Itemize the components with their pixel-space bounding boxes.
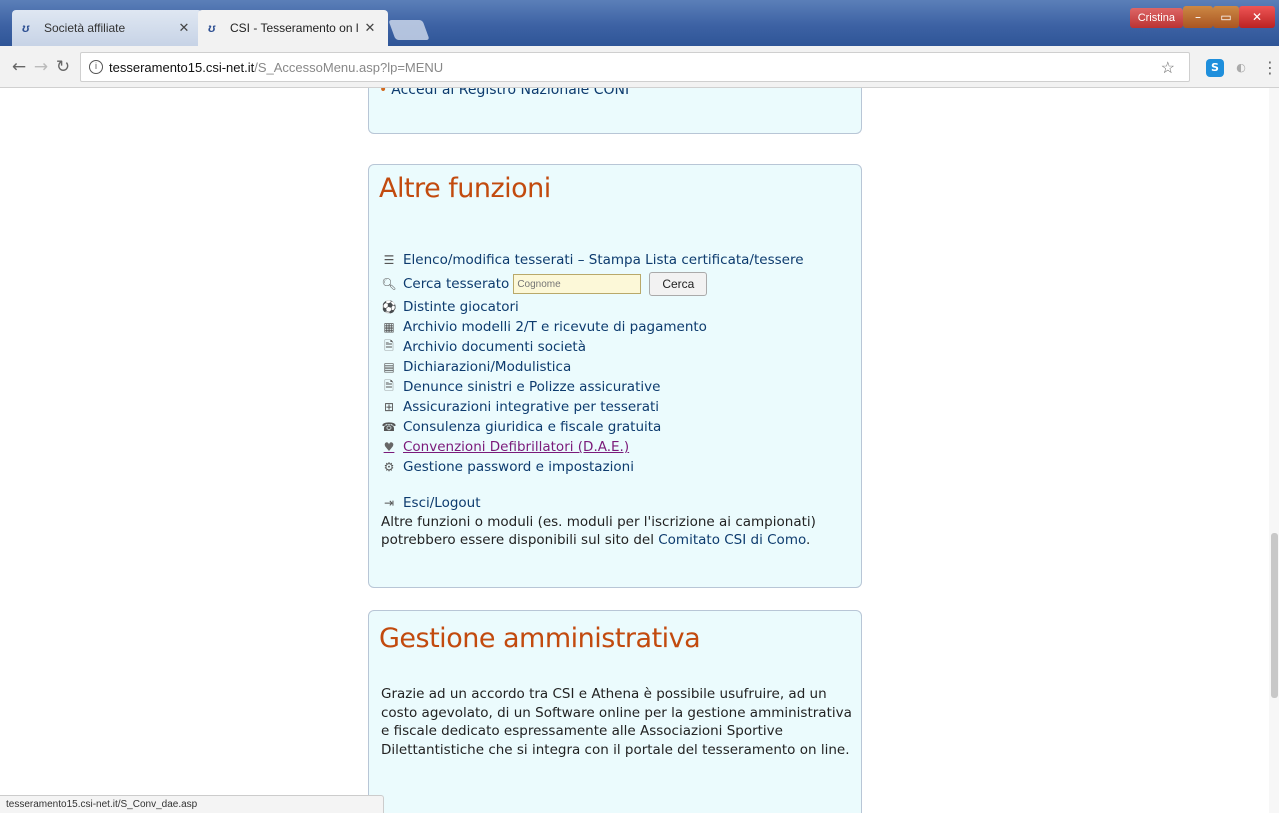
new-tab-button[interactable] — [388, 20, 430, 40]
gestione-description: Grazie ad un accordo tra CSI e Athena è … — [381, 686, 852, 758]
functions-list: ☰ Elenco/modifica tesserati – Stampa Lis… — [381, 249, 851, 549]
list-item-assicurazioni[interactable]: ⊞ Assicurazioni integrative per tesserat… — [381, 397, 851, 417]
list-item-label: Gestione password e impostazioni — [403, 459, 634, 475]
vertical-scrollbar[interactable] — [1269, 88, 1279, 813]
gestione-heading: Gestione amministrativa — [379, 623, 701, 654]
scrollbar-thumb[interactable] — [1271, 533, 1278, 698]
list-item-archivio-documenti[interactable]: 🗎 Archivio documenti società — [381, 337, 851, 357]
list-item-elenco-tesserati[interactable]: ☰ Elenco/modifica tesserati – Stampa Lis… — [381, 249, 851, 271]
registro-coni-link[interactable]: • Accedi al Registro Nazionale CONI — [379, 88, 629, 98]
list-item-denunce-sinistri[interactable]: 🗎 Denunce sinistri e Polizze assicurativ… — [381, 377, 851, 397]
soccer-ball-icon: ⚽ — [381, 300, 397, 314]
bullet-icon: • — [379, 88, 388, 98]
url-path: /S_AccessoMenu.asp?lp=MENU — [254, 59, 444, 75]
tab-close-icon[interactable]: ✕ — [176, 20, 192, 36]
list-item-defibrillatori[interactable]: ♥ Convenzioni Defibrillatori (D.A.E.) — [381, 437, 851, 457]
window-close-button[interactable]: ✕ — [1239, 6, 1275, 28]
note-end: . — [806, 532, 811, 548]
list-item-distinte-giocatori[interactable]: ⚽ Distinte giocatori — [381, 297, 851, 317]
logout-link[interactable]: ⇥ Esci/Logout — [381, 493, 851, 513]
altre-funzioni-note: Altre funzioni o moduli (es. moduli per … — [381, 513, 851, 549]
tab-close-icon[interactable]: ✕ — [362, 20, 378, 36]
gear-icon: ⚙ — [383, 460, 395, 474]
logout-label: Esci/Logout — [403, 495, 481, 511]
plus-box-icon: ⊞ — [383, 400, 395, 414]
list-item-label: Archivio modelli 2/T e ricevute di pagam… — [403, 319, 707, 335]
list-item-label: Dichiarazioni/Modulistica — [403, 359, 572, 375]
search-icon: 🔍︎ — [381, 277, 397, 291]
cerca-button[interactable]: Cerca — [649, 272, 708, 296]
list-item-gestione-password[interactable]: ⚙ Gestione password e impostazioni — [381, 457, 851, 477]
list-item-label: Convenzioni Defibrillatori (D.A.E.) — [403, 439, 630, 455]
browser-titlebar: ʊ Società affiliate ✕ ʊ CSI - Tesseramen… — [0, 0, 1279, 46]
list-item-label: Distinte giocatori — [403, 299, 519, 315]
list-item-label: Consulenza giuridica e fiscale gratuita — [403, 419, 662, 435]
tab-title: Società affiliate — [44, 21, 126, 35]
status-bar-url: tesseramento15.csi-net.it/S_Conv_dae.asp — [0, 795, 384, 813]
document-icon: 🗎 — [384, 338, 394, 353]
browser-toolbar: ← → ↻ i tesseramento15.csi-net.it/S_Acce… — [0, 46, 1279, 88]
extension-icon[interactable]: ◐ — [1232, 59, 1250, 77]
list-item-consulenza[interactable]: ☎ Consulenza giuridica e fiscale gratuit… — [381, 417, 851, 437]
tab-title: CSI - Tesseramento on l — [230, 21, 359, 35]
comitato-csi-como-link[interactable]: Comitato CSI di Como — [658, 532, 806, 548]
logout-icon: ⇥ — [383, 496, 395, 510]
site-info-icon[interactable]: i — [89, 60, 103, 74]
form-icon: ▤ — [383, 360, 395, 374]
csi-logo-icon: ʊ — [208, 21, 216, 35]
list-item-label: Elenco/modifica tesserati – Stampa Lista… — [403, 252, 804, 268]
maximize-button[interactable]: ▭ — [1213, 6, 1239, 28]
csi-logo-icon: ʊ — [22, 21, 30, 35]
list-item-label: Archivio documenti società — [403, 339, 587, 355]
registro-coni-label: Accedi al Registro Nazionale CONI — [391, 88, 630, 98]
address-bar[interactable]: i tesseramento15.csi-net.it/S_AccessoMen… — [80, 52, 1190, 82]
search-label: Cerca tesserato — [403, 276, 510, 292]
list-item-label: Assicurazioni integrative per tesserati — [403, 399, 660, 415]
skype-extension-icon[interactable]: S — [1206, 59, 1224, 77]
search-tesserato-row: 🔍︎ Cerca tesserato Cerca — [381, 271, 851, 297]
forward-arrow-icon[interactable]: → — [30, 56, 52, 78]
tab-societa-affiliate[interactable]: ʊ Società affiliate ✕ — [12, 10, 202, 46]
minimize-button[interactable]: – — [1183, 6, 1213, 28]
list-item-dichiarazioni[interactable]: ▤ Dichiarazioni/Modulistica — [381, 357, 851, 377]
page-content: • Accedi al Registro Nazionale CONI Altre… — [0, 88, 1279, 813]
gestione-amministrativa-panel: Gestione amministrativa Grazie ad un acc… — [368, 610, 862, 813]
claim-document-icon: 🗎 — [384, 378, 394, 393]
archive-icon: ▦ — [383, 320, 395, 334]
list-item-archivio-modelli[interactable]: ▦ Archivio modelli 2/T e ricevute di pag… — [381, 317, 851, 337]
altre-funzioni-heading: Altre funzioni — [379, 173, 551, 204]
heartbeat-icon: ♥ — [383, 440, 395, 454]
browser-menu-icon[interactable]: ⋮ — [1262, 58, 1278, 77]
back-arrow-icon[interactable]: ← — [8, 56, 30, 78]
bookmark-star-icon[interactable]: ☆ — [1161, 58, 1175, 78]
cognome-search-input[interactable] — [513, 274, 642, 294]
tab-csi-tesseramento[interactable]: ʊ CSI - Tesseramento on l ✕ — [198, 10, 388, 46]
altre-funzioni-panel: Altre funzioni ☰ Elenco/modifica tessera… — [368, 164, 862, 588]
phone-icon: ☎ — [381, 420, 397, 434]
url-host: tesseramento15.csi-net.it — [109, 59, 255, 75]
reload-icon[interactable]: ↻ — [52, 56, 74, 78]
registro-panel: • Accedi al Registro Nazionale CONI — [368, 88, 862, 134]
profile-button[interactable]: Cristina — [1129, 8, 1183, 28]
list-item-label: Denunce sinistri e Polizze assicurative — [403, 379, 661, 395]
list-icon: ☰ — [383, 253, 395, 267]
